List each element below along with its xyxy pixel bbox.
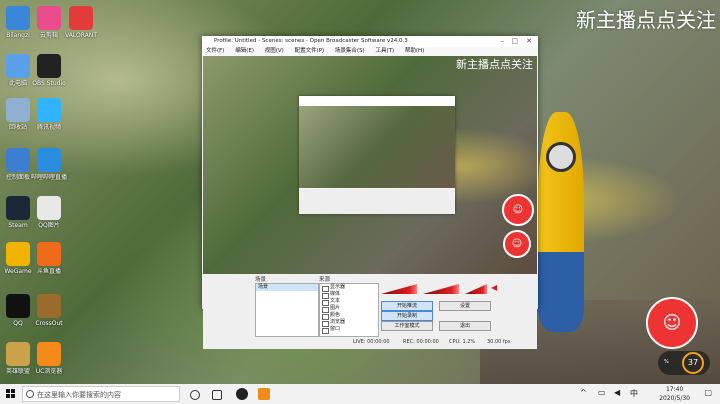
source-item[interactable]: 颜色 [320, 312, 378, 320]
desktop-icon-label: 哔哩哔哩直播 [30, 174, 67, 181]
obs-statusbar: LIVE: 00:00:00 REC: 00:00:00 CPU: 1.2% 3… [203, 337, 537, 347]
studio-mode-button[interactable]: 工作室模式 [381, 321, 433, 331]
obs-taskbar-icon[interactable] [236, 388, 248, 400]
sources-panel[interactable]: 显示器 媒体 文本 图片 颜色 浏览器 窗口 [319, 283, 379, 337]
desktop-icon[interactable]: 哔哩哔哩直播 [27, 148, 71, 181]
status-cpu: CPU: 1.2% [449, 339, 476, 345]
menu-file[interactable]: 文件(F) [206, 48, 224, 54]
task-view-icon[interactable] [212, 390, 222, 400]
app-icon [37, 54, 61, 78]
app-icon [37, 294, 61, 318]
stream-watermark: 新主播点点关注 [576, 8, 716, 32]
mixer-volume-1[interactable] [381, 284, 417, 294]
app-taskbar-icon[interactable] [258, 388, 270, 400]
desktop-icon[interactable]: OBS Studio [27, 54, 71, 87]
menu-scene-collection[interactable]: 场景集合(S) [335, 48, 365, 54]
fox-mascot-badge: ☺ [502, 194, 534, 226]
maximize-icon[interactable]: □ [511, 36, 518, 47]
mixer-volume-2[interactable] [423, 284, 459, 294]
desktop-icon[interactable]: 腾讯视频 [27, 98, 71, 131]
scenes-title: 场景 [255, 277, 267, 283]
desktop-icon-label: OBS Studio [32, 80, 66, 87]
obs-window[interactable]: Profile: Untitled - Scenes: scenes - Ope… [202, 36, 538, 349]
fox-mascot-icon: ☺ [503, 230, 531, 258]
obs-preview[interactable]: 新主播点点关注 ☺ [203, 56, 537, 274]
notification-icon[interactable]: ▢ [704, 388, 712, 397]
window-title: Profile: Untitled - Scenes: scenes - Ope… [214, 38, 408, 44]
speaker-icon[interactable]: ◀ [491, 283, 497, 292]
desktop-icon[interactable]: VALORANT [59, 6, 103, 39]
scenes-panel[interactable]: 场景 [255, 283, 319, 337]
fox-mascot-large: ☺ [646, 297, 698, 349]
cortana-icon[interactable] [190, 390, 200, 400]
status-rec: REC: 00:00:00 [403, 339, 439, 345]
obs-menubar: 文件(F) 编辑(E) 视图(V) 配置文件(P) 场景集合(S) 工具(T) … [202, 47, 538, 56]
source-item[interactable]: 媒体 [320, 291, 378, 299]
source-item[interactable]: 显示器 [320, 284, 378, 292]
status-live: LIVE: 00:00:00 [353, 339, 390, 345]
desktop-icon[interactable]: 斗鱼直播 [27, 242, 71, 275]
app-icon [37, 98, 61, 122]
close-icon[interactable]: ✕ [526, 36, 532, 47]
fps-value: 37 [682, 352, 704, 374]
menu-tools[interactable]: 工具(T) [375, 48, 394, 54]
taskbar-clock[interactable]: 17:40 2020/5/30 [659, 385, 690, 403]
tray-chevron-icon[interactable]: ^ [580, 388, 587, 397]
taskbar: 在这里输入你要搜索的内容 ^ ▭ ◀ 中 17:40 2020/5/30 ▢ [0, 384, 720, 404]
search-icon [26, 390, 34, 398]
start-recording-button[interactable]: 开始录制 [381, 311, 433, 321]
nested-obs-window [299, 96, 455, 214]
mixer-volume-3[interactable] [465, 284, 487, 294]
desktop-icon-label: UC浏览器 [35, 368, 63, 375]
source-item[interactable]: 浏览器 [320, 319, 378, 327]
app-icon [37, 148, 61, 172]
settings-button[interactable]: 设置 [439, 301, 491, 311]
obs-docks: 场景 场景 来源 显示器 媒体 文本 图片 颜色 浏览器 窗口 ◀ 开始推流 开… [203, 275, 537, 349]
scene-item[interactable]: 场景 [256, 284, 318, 291]
exit-button[interactable]: 退出 [439, 321, 491, 331]
desktop-icon[interactable]: QQ图片 [27, 196, 71, 229]
taskbar-search-input[interactable]: 在这里输入你要搜索的内容 [22, 386, 180, 402]
source-item[interactable]: 文本 [320, 298, 378, 306]
clock-date: 2020/5/30 [659, 395, 690, 402]
desktop-icon[interactable]: CrossOut [27, 294, 71, 327]
search-placeholder: 在这里输入你要搜索的内容 [37, 391, 121, 399]
menu-help[interactable]: 帮助(H) [405, 48, 424, 54]
app-icon [37, 196, 61, 220]
volume-icon[interactable]: ◀ [614, 388, 620, 397]
start-streaming-button[interactable]: 开始推流 [381, 301, 433, 311]
source-item[interactable]: 图片 [320, 305, 378, 313]
app-icon [69, 6, 93, 30]
app-icon [37, 342, 61, 366]
desktop-icon-label: 腾讯视频 [36, 124, 61, 131]
app-icon [37, 6, 61, 30]
desktop-icon-label: 斗鱼直播 [36, 268, 61, 275]
status-fps: 30.00 fps [487, 339, 511, 345]
network-icon[interactable]: ▭ [598, 388, 606, 397]
desktop-icon[interactable]: UC浏览器 [27, 342, 71, 375]
app-icon [37, 242, 61, 266]
performance-overlay: % 37 [658, 351, 710, 375]
minimize-icon[interactable]: – [501, 36, 505, 47]
desktop-icon-label: CrossOut [35, 320, 63, 327]
minion-figure [538, 112, 584, 332]
menu-view[interactable]: 视图(V) [265, 48, 284, 54]
menu-profile[interactable]: 配置文件(P) [295, 48, 325, 54]
obs-titlebar[interactable]: Profile: Untitled - Scenes: scenes - Ope… [202, 36, 538, 47]
desktop-icon-label: QQ图片 [38, 222, 60, 229]
desktop-icon-label: VALORANT [65, 32, 97, 39]
fps-unit: % [664, 359, 669, 365]
sources-title: 来源 [319, 277, 331, 283]
ime-icon[interactable]: 中 [630, 388, 638, 399]
windows-start-icon[interactable] [6, 389, 16, 399]
source-item[interactable]: 窗口 [320, 326, 378, 334]
preview-watermark: 新主播点点关注 [456, 58, 533, 71]
clock-time: 17:40 [665, 386, 684, 393]
menu-edit[interactable]: 编辑(E) [235, 48, 254, 54]
